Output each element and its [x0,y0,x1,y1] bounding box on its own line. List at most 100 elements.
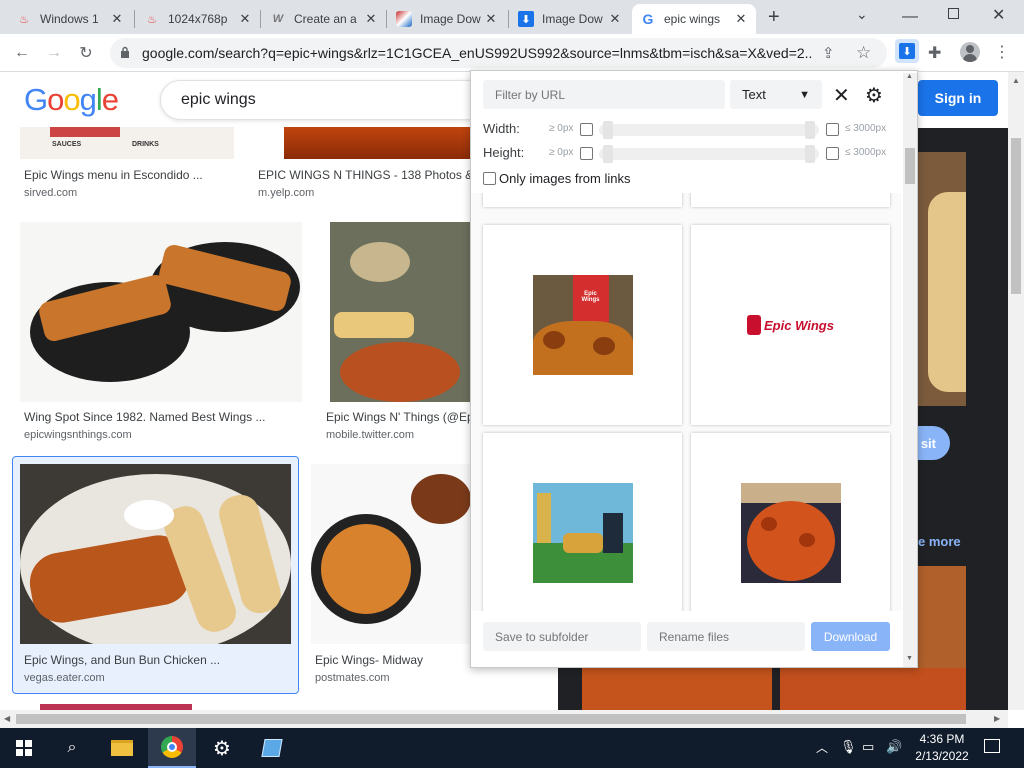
reload-icon[interactable]: ↻ [76,43,96,63]
filter-url-input[interactable]: Filter by URL [483,80,725,109]
search-box[interactable]: epic wings [160,80,500,120]
width-max-label: ≤ 3000px [845,123,887,134]
minimize-icon[interactable]: — [902,8,918,26]
download-icon: ⬇ [899,43,915,59]
width-min-checkbox[interactable] [580,123,593,136]
settings-gear-icon[interactable]: ⚙ [198,728,246,768]
width-min-handle[interactable] [603,121,613,139]
result-thumb-5[interactable] [20,464,291,644]
related-image-3[interactable] [780,668,966,710]
share-icon[interactable]: ⇪ [822,44,835,62]
file-explorer-icon[interactable] [98,728,146,768]
forward-arrow-icon[interactable]: → [44,43,64,63]
height-min-handle[interactable] [603,145,613,163]
download-button[interactable]: Download [811,622,890,651]
sign-in-button[interactable]: Sign in [918,80,998,116]
image-cell[interactable] [483,193,682,207]
gear-icon[interactable]: ⚙ [865,83,883,108]
close-tab-icon[interactable]: ✕ [484,11,498,27]
clock-date[interactable]: 2/13/2022 [910,749,974,763]
result-thumb-1[interactable]: SAUCES DRINKS [20,127,234,159]
result-title[interactable]: Epic Wings, and Bun Bun Chicken ... [24,653,294,667]
width-slider[interactable] [599,121,819,139]
page-scrollbar[interactable]: ▲ [1008,72,1024,710]
image-cell[interactable] [691,193,890,207]
height-max-checkbox[interactable] [826,147,839,160]
width-max-handle[interactable] [805,121,815,139]
search-icon[interactable]: ⌕ [48,728,96,768]
scroll-thumb[interactable] [1011,138,1021,294]
close-tab-icon[interactable]: ✕ [608,11,622,27]
menu-dots-icon[interactable]: ⋮ [994,42,1010,62]
network-icon[interactable]: ▭ [862,739,874,755]
wings-cup-image: Epic Wings [532,275,633,375]
popup-scrollbar[interactable]: ▲ ▼ [903,73,917,667]
close-window-icon[interactable]: ✕ [992,5,1005,25]
clock-time[interactable]: 4:36 PM [912,732,972,746]
related-image-2[interactable] [582,668,772,710]
close-tab-icon[interactable]: ✕ [238,11,252,27]
new-tab-icon[interactable]: + [768,6,780,29]
image-cell[interactable]: Epic Wings [691,225,890,425]
height-max-handle[interactable] [805,145,815,163]
image-cell[interactable] [691,433,890,611]
subfolder-input[interactable]: Save to subfolder [483,622,641,651]
bookmark-star-icon[interactable]: ☆ [856,43,871,63]
scroll-right-icon[interactable]: ▶ [994,714,1000,723]
popup-scroll-thumb[interactable] [905,148,915,184]
width-max-checkbox[interactable] [826,123,839,136]
result-title[interactable]: Epic Wings N' Things (@Ep [326,410,470,424]
chrome-taskbar-icon[interactable] [148,728,196,768]
address-bar[interactable]: google.com/search?q=epic+wings&rlz=1C1GC… [110,38,887,68]
windows-start-icon[interactable] [0,728,48,768]
notification-icon[interactable] [984,739,1000,753]
tray-chevron-icon[interactable]: ︿ [816,739,828,756]
result-thumb-6[interactable] [311,464,471,644]
tab-2[interactable]: ♨ 1024x768p ✕ [136,4,260,34]
tab-1[interactable]: ♨ Windows 1 ✕ [8,4,132,34]
close-tab-icon[interactable]: ✕ [110,11,124,27]
horizontal-scrollbar[interactable]: ◀ ▶ [0,710,1008,728]
microphone-icon[interactable]: 🎙 [840,739,857,755]
result-title[interactable]: Epic Wings menu in Escondido ... [24,168,224,182]
height-slider[interactable] [599,145,819,163]
scroll-left-icon[interactable]: ◀ [4,714,10,723]
google-favicon-icon: G [642,11,654,27]
result-thumb-4[interactable] [330,222,470,402]
profile-avatar-icon[interactable] [960,42,980,62]
h-scroll-thumb[interactable] [16,714,966,724]
restore-icon[interactable] [948,8,959,19]
result-thumb-2[interactable] [284,127,470,159]
google-logo[interactable]: Google [24,82,119,118]
only-links-checkbox[interactable] [483,172,496,185]
tab-5[interactable]: ⬇ Image Dow ✕ [510,4,630,34]
popup-scroll-up-icon[interactable]: ▲ [906,73,913,80]
tab-title: Create an a [294,12,357,26]
game-scene-image [532,483,633,583]
notepad-icon[interactable] [248,728,296,768]
image-cell[interactable]: Epic Wings [483,225,682,425]
filter-type-select[interactable]: Text ▼ [730,80,822,109]
close-tab-icon[interactable]: ✕ [364,11,378,27]
tab-3[interactable]: W Create an a ✕ [262,4,386,34]
result-title[interactable]: Epic Wings- Midway [315,653,471,667]
close-icon[interactable]: ✕ [833,83,850,108]
rename-files-input[interactable]: Rename files [647,622,805,651]
image-downloader-extension-button[interactable]: ⬇ [895,39,919,63]
extensions-puzzle-icon[interactable]: ✚ [928,43,941,63]
tab-4[interactable]: Image Dow ✕ [388,4,506,34]
volume-icon[interactable]: 🔊 [886,739,902,755]
popup-scroll-down-icon[interactable]: ▼ [906,655,913,662]
scroll-up-icon[interactable]: ▲ [1012,76,1020,85]
see-more-link[interactable]: e more [918,534,961,549]
result-title[interactable]: Wing Spot Since 1982. Named Best Wings .… [24,410,284,424]
tab-search-chevron-icon[interactable]: ⌄ [856,6,868,23]
close-tab-icon[interactable]: ✕ [734,11,748,27]
height-min-checkbox[interactable] [580,147,593,160]
back-arrow-icon[interactable]: ← [12,43,32,63]
image-cell[interactable] [483,433,682,611]
preview-image[interactable] [918,152,966,406]
result-thumb-3[interactable] [20,222,302,402]
tab-6-active[interactable]: G epic wings ✕ [632,4,756,34]
result-title[interactable]: EPIC WINGS N THINGS - 138 Photos & [258,168,470,182]
